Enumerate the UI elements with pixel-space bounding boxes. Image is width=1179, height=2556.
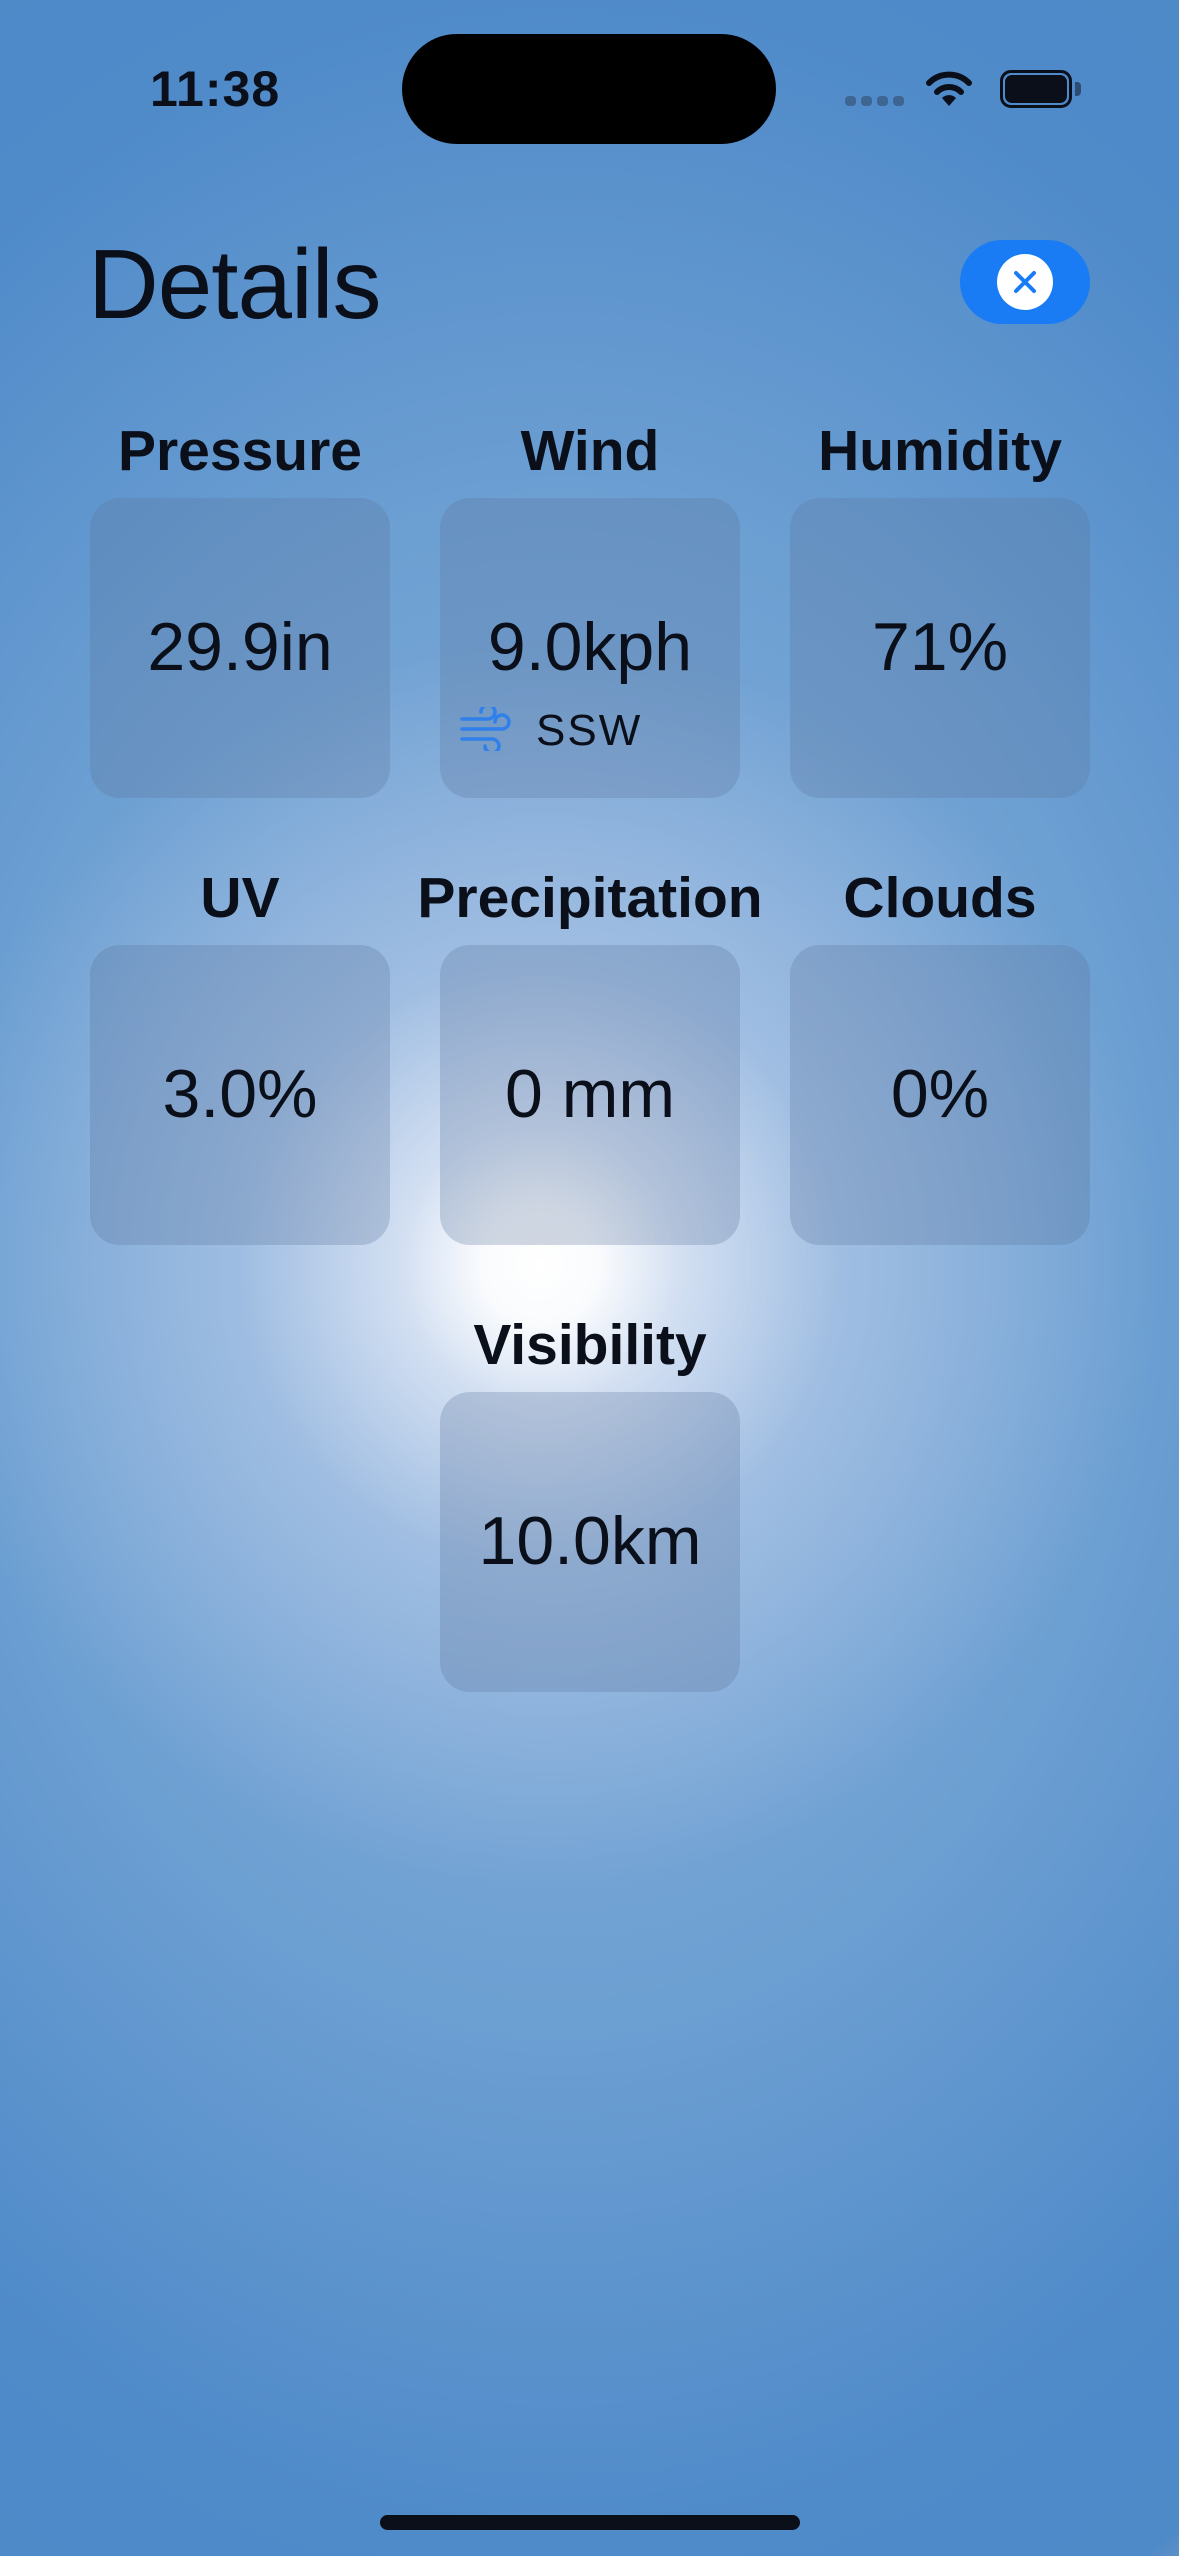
uv-value: 3.0% (162, 1056, 318, 1132)
pressure-value: 29.9in (147, 609, 333, 685)
humidity-card: 71% (790, 498, 1090, 798)
battery-icon (1000, 70, 1082, 108)
humidity-label: Humidity (818, 419, 1062, 483)
wind-direction-text: SSW (536, 706, 643, 755)
visibility-value: 10.0km (478, 1503, 702, 1579)
humidity-value: 71% (871, 609, 1009, 685)
wind-direction: SSW (458, 702, 643, 756)
wifi-icon (923, 66, 975, 108)
wind-icon (458, 702, 514, 756)
home-indicator[interactable] (380, 2515, 800, 2530)
visibility-card: 10.0km (440, 1392, 740, 1692)
status-bar: 11:38 (0, 0, 1179, 150)
page-title: Details (88, 229, 382, 339)
dynamic-island (402, 34, 776, 144)
clouds-card: 0% (790, 945, 1090, 1245)
precipitation-value: 0 mm (505, 1056, 675, 1132)
clouds-value: 0% (890, 1056, 990, 1132)
close-button[interactable] (960, 240, 1090, 324)
clouds-label: Clouds (843, 866, 1037, 930)
close-icon (997, 254, 1053, 310)
status-time: 11:38 (150, 61, 281, 117)
visibility-label: Visibility (473, 1313, 707, 1377)
cellular-signal-icon (845, 96, 905, 106)
wind-card: 9.0kph SSW (440, 498, 740, 798)
wind-value: 9.0kph (487, 609, 693, 685)
precipitation-card: 0 mm (440, 945, 740, 1245)
uv-card: 3.0% (90, 945, 390, 1245)
pressure-card: 29.9in (90, 498, 390, 798)
